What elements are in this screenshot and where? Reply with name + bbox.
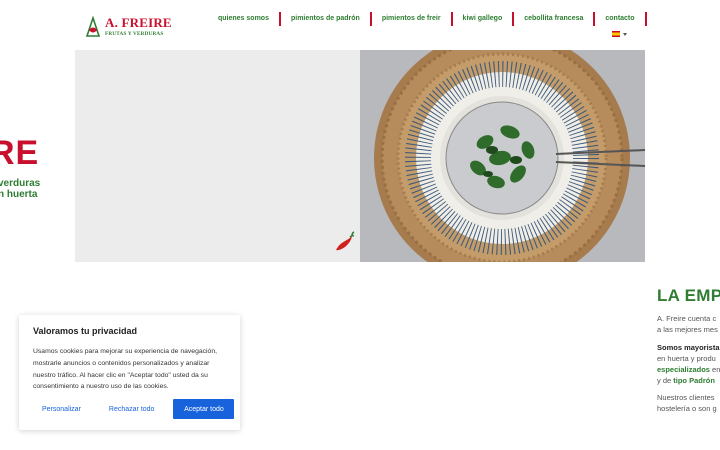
hero-title: RE [0,134,40,172]
section-paragraph-3: Nuestros clientes hostelería o son g [657,393,717,413]
site-logo[interactable]: A. FREIRE FRUTAS Y VERDURAS [84,16,174,42]
hero-slider [75,50,645,262]
nav-item-contacto[interactable]: contacto [595,12,647,26]
cookie-text: Usamos cookies para mejorar su experienc… [33,348,217,391]
nav-item-pimientos-freir[interactable]: pimientos de freir [372,12,453,26]
logo-emblem-icon [85,16,101,37]
nav-item-quienes-somos[interactable]: quienes somos [208,12,281,26]
nav-item-kiwi-gallego[interactable]: kiwi gallego [453,12,515,26]
cookie-buttons: Personalizar Rechazar todo Aceptar todo [33,399,235,419]
language-selector[interactable] [612,31,627,37]
logo-title: A. FREIRE [105,15,172,30]
section-paragraph-1: A. Freire cuenta c a las mejores mes [657,314,718,334]
peppers-photo-illustration [360,50,645,262]
hero-subtitle-line-1: verduras [0,178,41,189]
main-nav: quienes somos pimientos de padrón pimien… [208,11,647,27]
section-title: LA EMPR [657,286,720,305]
nav-item-pimientos-padron[interactable]: pimientos de padrón [281,12,372,26]
spain-flag-icon [612,31,620,37]
accept-all-button[interactable]: Aceptar todo [173,399,235,419]
logo-subtitle: FRUTAS Y VERDURAS [105,31,164,37]
hero-subtitle-line-2: n huerta [0,189,38,200]
slide-panel-left [75,50,360,262]
reject-all-button[interactable]: Rechazar todo [99,399,164,419]
nav-item-cebollita-francesa[interactable]: cebollita francesa [514,12,596,26]
cookie-title: Valoramos tu privacidad [33,326,138,336]
chevron-down-icon [623,32,627,36]
customize-button[interactable]: Personalizar [33,399,90,419]
cookie-consent-banner: Valoramos tu privacidad Usamos cookies p… [19,315,240,430]
section-paragraph-2: Somos mayorista en huerta y produ especi… [657,343,720,385]
peppers-on-plate-photo [360,50,645,262]
chili-pepper-icon [336,231,355,251]
